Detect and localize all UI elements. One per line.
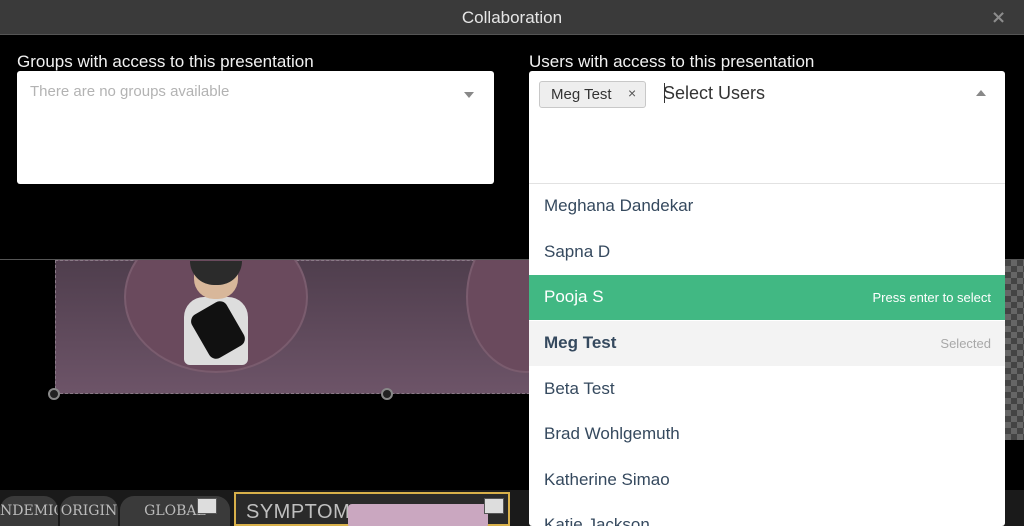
user-option[interactable]: Katie Jackson [529, 503, 1005, 526]
select-users-input[interactable] [663, 79, 943, 107]
users-dropdown-list: Meghana Dandekar Sapna D Pooja S Press e… [529, 184, 1005, 526]
user-option-name: Sapna D [544, 242, 611, 261]
user-option[interactable]: Beta Test [529, 367, 1005, 412]
user-option-name: Meg Test [544, 333, 617, 352]
user-option-selected[interactable]: Meg Test Selected [529, 321, 1005, 366]
resize-handle[interactable] [48, 388, 60, 400]
slide-image-frame[interactable] [55, 221, 586, 394]
user-option[interactable]: Sapna D [529, 230, 1005, 275]
user-option[interactable]: Meghana Dandekar [529, 184, 1005, 229]
text-cursor [664, 83, 665, 103]
tag-remove-icon[interactable]: × [628, 85, 636, 101]
cartoon-figure-image [176, 261, 256, 365]
user-option-hint: Selected [940, 336, 991, 351]
chevron-down-icon[interactable] [464, 92, 474, 98]
edit-icon[interactable] [484, 498, 504, 514]
user-option-hint: Press enter to select [872, 290, 992, 305]
slide-thumbnail-active[interactable]: SYMPTOMS [234, 492, 510, 526]
user-option-name: Meghana Dandekar [544, 196, 694, 215]
selected-user-tag: Meg Test × [539, 81, 646, 108]
user-option-name: Beta Test [544, 379, 615, 398]
slide-thumbnail-preview [348, 504, 488, 526]
edit-icon[interactable] [197, 498, 217, 514]
user-option-name: Katherine Simao [544, 470, 670, 489]
user-option-name: Pooja S [544, 287, 604, 306]
groups-placeholder: There are no groups available [30, 83, 230, 100]
close-icon[interactable]: × [991, 9, 1007, 27]
users-select[interactable]: Meg Test × [529, 71, 1005, 184]
groups-select[interactable]: There are no groups available [17, 71, 494, 184]
user-option-name: Brad Wohlgemuth [544, 424, 680, 443]
modal-title: Collaboration [461, 8, 563, 27]
slide-thumbnail[interactable]: ORIGIN [60, 496, 118, 526]
user-option-name: Katie Jackson [544, 515, 650, 526]
groups-label: Groups with access to this presentation [17, 52, 314, 71]
slide-thumbnail-label: ORIGIN [60, 503, 118, 519]
selected-user-tag-label: Meg Test [551, 86, 612, 103]
slide-thumbnail-label: NDEMIC [0, 503, 58, 519]
user-option-highlighted[interactable]: Pooja S Press enter to select [529, 275, 1005, 320]
user-option[interactable]: Brad Wohlgemuth [529, 412, 1005, 457]
users-label: Users with access to this presentation [529, 52, 815, 71]
user-option[interactable]: Katherine Simao [529, 458, 1005, 503]
chevron-up-icon[interactable] [976, 90, 986, 96]
slide-thumbnail-label: SYMPTOMS [246, 501, 365, 523]
resize-handle[interactable] [381, 388, 393, 400]
transparent-area [1005, 260, 1024, 440]
slide-thumbnail[interactable]: NDEMIC [0, 496, 58, 526]
